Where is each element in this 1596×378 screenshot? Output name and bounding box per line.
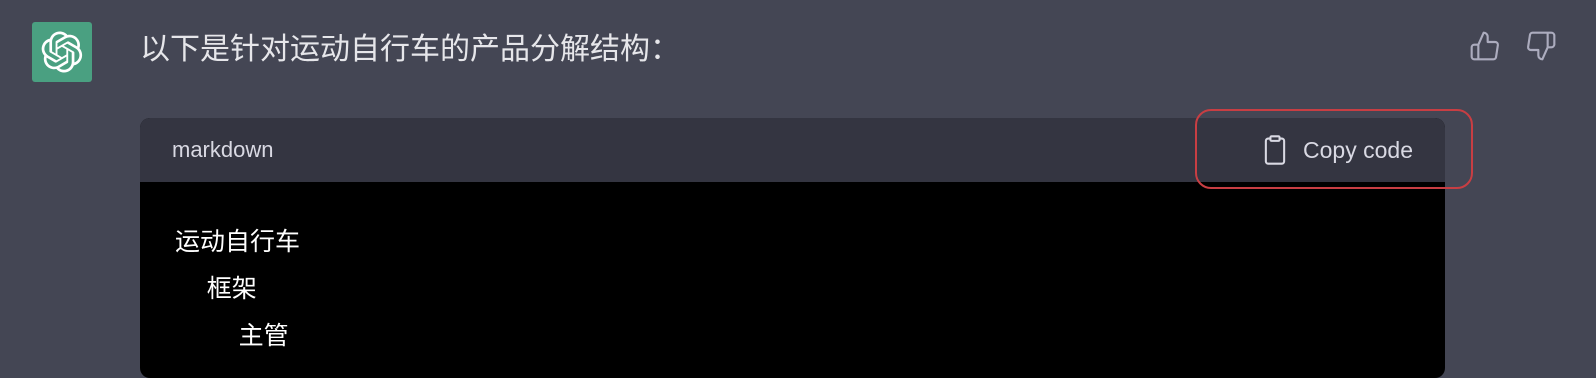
code-block: markdown Copy code 运动自行车 框架 主管 bbox=[140, 118, 1445, 378]
code-content: 运动自行车 框架 主管 bbox=[140, 182, 1445, 359]
code-line: 运动自行车 bbox=[175, 227, 301, 256]
code-line: 框架 bbox=[175, 274, 257, 303]
openai-logo-icon bbox=[41, 31, 83, 73]
code-language-label: markdown bbox=[172, 137, 274, 162]
copy-code-label: Copy code bbox=[1303, 136, 1413, 163]
assistant-avatar bbox=[32, 22, 92, 82]
code-line: 主管 bbox=[175, 321, 289, 350]
assistant-message-intro: 以下是针对运动自行车的产品分解结构： bbox=[140, 32, 680, 67]
code-block-header: markdown Copy code bbox=[140, 118, 1445, 182]
thumbs-down-icon bbox=[1527, 31, 1556, 61]
thumbs-up-icon bbox=[1470, 31, 1499, 61]
clipboard-icon bbox=[1264, 135, 1286, 165]
thumbs-up-button[interactable] bbox=[1468, 28, 1502, 64]
feedback-buttons bbox=[1468, 28, 1558, 64]
copy-code-button[interactable]: Copy code bbox=[1261, 134, 1413, 166]
thumbs-down-button[interactable] bbox=[1524, 28, 1558, 64]
